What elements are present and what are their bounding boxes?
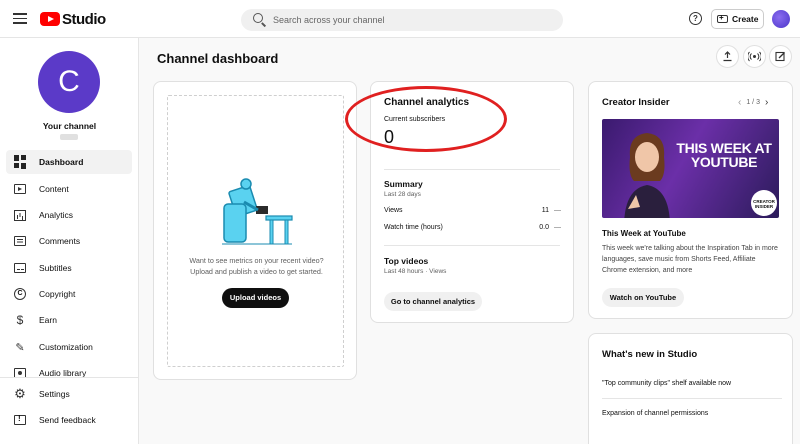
sidebar-item-label: Content — [39, 184, 69, 194]
subtitles-icon — [13, 261, 27, 275]
upload-card: Want to see metrics on your recent video… — [153, 81, 357, 380]
account-avatar[interactable] — [772, 10, 790, 28]
upload-prompt-text: Want to see metrics on your recent video… — [189, 256, 324, 276]
presenter-figure — [624, 133, 670, 218]
video-thumbnail[interactable]: THIS WEEK AT YOUTUBE CREATOR INSIDER — [602, 119, 779, 218]
page-title: Channel dashboard — [157, 51, 279, 66]
sidebar-item-label: Subtitles — [39, 263, 72, 273]
top-videos-subtitle: Last 48 hours · Views — [384, 268, 447, 275]
settings-icon: ⚙ — [14, 386, 26, 401]
comments-icon — [13, 234, 27, 248]
sidebar-item-label: Customization — [39, 342, 93, 352]
feedback-icon — [13, 413, 27, 427]
watch-time-label: Watch time (hours) — [384, 224, 443, 231]
sidebar-item-settings[interactable]: ⚙ Settings — [6, 382, 132, 406]
create-post-button[interactable] — [769, 45, 792, 68]
sidebar-item-label: Earn — [39, 315, 57, 325]
sidebar-item-label: Settings — [39, 389, 70, 399]
whats-new-item[interactable]: Expansion of channel permissions — [602, 410, 708, 417]
youtube-play-icon — [40, 12, 60, 26]
logo-text: Studio — [62, 10, 106, 28]
magic-wand-icon: ✎ — [15, 341, 25, 354]
channel-analytics-card: Channel analytics Current subscribers 0 … — [370, 81, 574, 323]
summary-period: Last 28 days — [384, 191, 421, 198]
upload-videos-button[interactable]: Upload videos — [222, 288, 289, 308]
sidebar-item-send-feedback[interactable]: Send feedback — [6, 408, 132, 432]
go-live-button[interactable] — [743, 45, 766, 68]
sidebar-item-analytics[interactable]: Analytics — [6, 203, 132, 227]
views-label: Views — [384, 207, 403, 214]
current-subscribers-value: 0 — [384, 127, 395, 147]
analytics-icon — [13, 208, 27, 222]
pager-text: 1 / 3 — [746, 99, 760, 106]
upload-icon — [723, 51, 732, 62]
copyright-icon: C — [13, 287, 27, 301]
create-video-icon — [717, 13, 728, 23]
channel-handle-redacted — [60, 134, 78, 140]
help-icon[interactable]: ? — [689, 12, 702, 25]
sidebar-item-label: Dashboard — [39, 157, 84, 167]
create-button[interactable]: Create — [711, 9, 764, 29]
go-to-channel-analytics-button[interactable]: Go to channel analytics — [384, 292, 482, 311]
whats-new-card: What's new in Studio "Top community clip… — [588, 333, 793, 444]
sidebar-item-label: Send feedback — [39, 415, 96, 425]
sidebar-item-content[interactable]: Content — [6, 177, 132, 201]
top-videos-title: Top videos — [384, 256, 429, 266]
chevron-right-icon[interactable]: › — [765, 97, 768, 108]
summary-title: Summary — [384, 179, 423, 189]
views-value: 11 — [541, 207, 549, 214]
creator-insider-badge: CREATOR INSIDER — [751, 190, 777, 216]
top-bar: Studio ? Create — [0, 0, 800, 38]
sidebar-item-customization[interactable]: ✎ Customization — [6, 335, 132, 359]
creator-insider-title: Creator Insider — [602, 97, 670, 108]
watch-time-value: 0.0 — [539, 224, 549, 231]
views-trend: — — [554, 207, 561, 214]
sidebar-item-dashboard[interactable]: Dashboard — [6, 150, 132, 174]
channel-name: Your channel — [42, 121, 97, 131]
divider — [602, 398, 782, 399]
watch-on-youtube-button[interactable]: Watch on YouTube — [602, 288, 684, 307]
creator-insider-card: Creator Insider ‹ 1 / 3 › THIS WEEK AT Y… — [588, 81, 793, 319]
dashboard-icon — [13, 155, 27, 169]
sidebar-item-label: Analytics — [39, 210, 74, 220]
divider — [384, 169, 560, 170]
youtube-studio-logo[interactable]: Studio — [40, 10, 106, 28]
sidebar-divider — [0, 377, 139, 378]
thumbnail-headline: THIS WEEK AT YOUTUBE — [676, 140, 772, 170]
sidebar-item-subtitles[interactable]: Subtitles — [6, 256, 132, 280]
video-title[interactable]: This Week at YouTube — [602, 229, 686, 238]
whats-new-title: What's new in Studio — [602, 349, 698, 360]
upload-dropzone: Want to see metrics on your recent video… — [167, 95, 344, 367]
search-input[interactable] — [273, 15, 553, 25]
watch-time-trend: — — [554, 224, 561, 231]
sidebar-item-label: Comments — [39, 236, 81, 246]
create-label: Create — [732, 14, 759, 24]
edit-icon — [775, 51, 785, 62]
live-icon — [748, 51, 761, 62]
carousel-pager: ‹ 1 / 3 › — [733, 97, 773, 108]
content-icon — [13, 182, 27, 196]
upload-button[interactable] — [716, 45, 739, 68]
current-subscribers-label: Current subscribers — [384, 116, 446, 123]
search-bar[interactable] — [241, 9, 563, 31]
channel-avatar[interactable]: C — [38, 51, 100, 113]
whats-new-item[interactable]: "Top community clips" shelf available no… — [602, 380, 731, 387]
divider — [384, 245, 560, 246]
video-description: This week we're talking about the Inspir… — [602, 245, 778, 274]
upload-illustration — [222, 178, 293, 245]
channel-analytics-title: Channel analytics — [384, 97, 470, 108]
sidebar-item-comments[interactable]: Comments — [6, 229, 132, 253]
sidebar-item-earn[interactable]: $ Earn — [6, 308, 132, 332]
chevron-left-icon[interactable]: ‹ — [738, 97, 741, 108]
search-icon[interactable] — [251, 11, 269, 29]
menu-icon[interactable] — [13, 13, 27, 24]
sidebar-item-copyright[interactable]: C Copyright — [6, 282, 132, 306]
sidebar: C Your channel Dashboard Content Analyti… — [0, 38, 139, 444]
sidebar-item-label: Copyright — [39, 289, 76, 299]
earn-icon: $ — [16, 313, 24, 327]
